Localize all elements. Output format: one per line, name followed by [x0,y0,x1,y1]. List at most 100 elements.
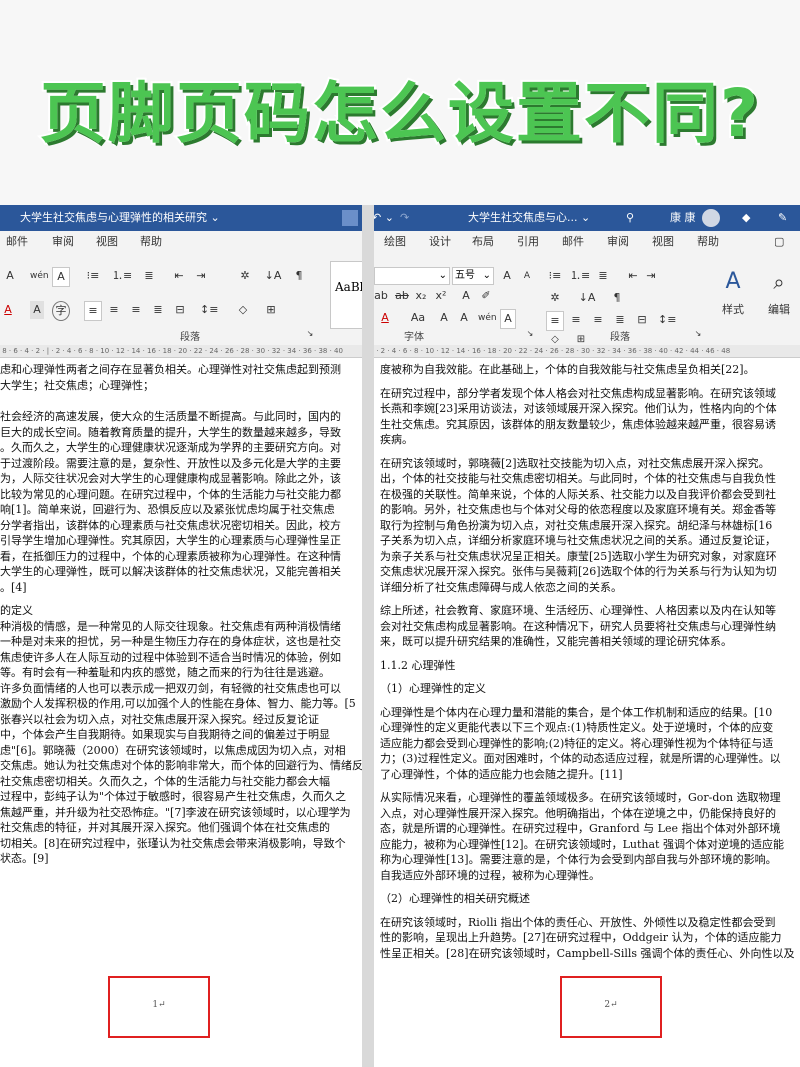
left-footer-highlight: 1↵ [108,976,210,1038]
tab-help[interactable]: 帮助 [140,231,162,253]
align-right-icon[interactable]: ≡ [590,311,606,329]
char-shading-icon[interactable]: A [30,301,44,319]
chinese-layout-icon[interactable]: ✲ [236,267,254,285]
paragraph-launcher-icon[interactable]: ↘ [694,325,702,343]
tab-view[interactable]: 视图 [96,231,118,253]
sort-icon[interactable]: ↓A [264,267,282,285]
font-color-icon[interactable]: A [2,301,14,319]
font-shrink2-icon[interactable]: A [458,309,470,327]
superscript-icon[interactable]: x² [434,287,448,305]
char-border-icon[interactable]: A [52,267,70,287]
bullets-icon[interactable]: ⁝≡ [84,267,102,285]
right-line: 在研究过程中，部分学者发现个体人格会对社交焦虑构成显著影响。在研究该领域 [380,386,776,400]
left-document-page[interactable]: 虑和心理弹性两者之间存在显著负相关。心理弹性对社交焦虑起到预测 大学生；社交焦虑；… [0,358,362,1067]
subscript2-icon[interactable]: x₂ [414,287,428,305]
tab-layout[interactable]: 布局 [472,231,494,253]
align-left-icon[interactable]: ≡ [84,301,102,321]
right-line: 综上所述，社会教育、家庭环境、生活经历、心理弹性、人格因素以及内在认知等 [380,604,776,617]
decrease-indent-icon[interactable]: ⇤ [626,267,640,285]
increase-indent-icon[interactable]: ⇥ [644,267,658,285]
justify-icon[interactable]: ≣ [150,301,166,319]
editing-icon[interactable]: ⌕ [764,267,794,297]
multilevel-list-icon[interactable]: ≣ [594,267,612,285]
editing-button-label[interactable]: 编辑 [764,301,794,319]
right-page-number[interactable]: 2↵ [562,1000,660,1010]
numbering-icon[interactable]: ⒈≡ [570,267,590,285]
phonetic-guide-icon[interactable]: wén [478,309,497,327]
phonetic-guide-icon[interactable]: wén [30,267,49,285]
left-page-number[interactable]: 1↵ [110,1000,208,1010]
text-effects-icon[interactable]: A [458,287,474,305]
styles-button-label[interactable]: 样式 [718,301,748,319]
font-grow-icon[interactable]: A [4,267,16,285]
show-marks-icon[interactable]: ¶ [292,267,306,285]
highlight-icon[interactable]: ✐ [478,287,494,305]
right-document-page[interactable]: 度被称为自我效能。在此基础上，个体的自我效能与社交焦虑呈负相关[22]。 在研究… [374,358,800,1067]
paragraph-launcher-icon[interactable]: ↘ [306,325,314,343]
align-center-icon[interactable]: ≡ [106,301,122,319]
left-line: 焦虑使许多人在人际互动的过程中体验到不适合当时情况的体验，例如 [0,650,341,664]
bullets-icon[interactable]: ⁝≡ [546,267,564,285]
left-ruler[interactable]: 8 · 6 · 4 · 2 · | · 2 · 4 · 6 · 8 · 10 ·… [0,345,362,358]
styles-icon[interactable]: A [718,267,748,297]
change-case-icon[interactable]: Aa [408,309,428,327]
right-line: 为亲子关系与社交焦虑状况呈正相关。康莹[25]选取小学生为研究对象，对家庭环 [380,549,777,563]
comment-icon[interactable]: ▢ [774,231,784,253]
tab-view[interactable]: 视图 [652,231,674,253]
font-grow-icon[interactable]: A [500,267,514,285]
left-doc-title[interactable]: 大学生社交焦虑与心理弹性的相关研究 ⌄ [20,205,220,231]
avatar[interactable] [702,209,720,227]
tab-help[interactable]: 帮助 [697,231,719,253]
char-border-icon[interactable]: A [500,309,516,329]
align-left-icon[interactable]: ≡ [546,311,564,331]
right-line: 心理弹性的定义更能代表以下三个观点:(1)特质性定义。处于逆境时，个体的应变 [380,721,774,734]
left-line: 焦越严重，并升级为社交恐怖症。"[7]李波在研究该领域时，以心理学为 [0,805,351,819]
styles-gallery[interactable]: AaBl [330,261,362,329]
tab-design[interactable]: 设计 [429,231,451,253]
left-window-button[interactable] [342,210,358,226]
user-name[interactable]: 康 康 [670,205,696,231]
distributed-icon[interactable]: ⊟ [634,311,650,329]
left-line: 巨大的成长空间。随着教育质量的提升，大学生的数量越来越多，导致 [0,425,341,439]
align-right-icon[interactable]: ≡ [128,301,144,319]
show-marks-icon[interactable]: ¶ [610,289,624,307]
tab-references[interactable]: 引用 [517,231,539,253]
font-shrink-icon[interactable]: A [520,267,534,285]
numbering-icon[interactable]: ⒈≡ [112,267,132,285]
align-center-icon[interactable]: ≡ [568,311,584,329]
right-line: 在研究该领域时，Riolli 指出个体的责任心、开放性、外倾性以及稳定性都会受到 [380,915,776,929]
right-ruler[interactable]: · 2 · 4 · 6 · 8 · 10 · 12 · 14 · 16 · 18… [374,345,800,358]
shading-icon[interactable]: ◇ [234,301,252,319]
distributed-icon[interactable]: ⊟ [172,301,188,319]
enclose-char-icon[interactable]: 字 [52,301,70,321]
tab-mail[interactable]: 邮件 [6,231,28,253]
font-grow2-icon[interactable]: A [438,309,450,327]
font-color-icon[interactable]: A [378,309,392,327]
chinese-layout-icon[interactable]: ✲ [546,289,564,307]
decrease-indent-icon[interactable]: ⇤ [172,267,186,285]
undo-icon[interactable]: ↶ ⌄ [374,205,394,231]
pen-icon[interactable]: ✎ [778,205,787,231]
diamond-icon[interactable]: ◆ [742,205,750,231]
line-spacing-icon[interactable]: ↕≡ [658,311,676,329]
redo-icon[interactable]: ↷ [400,205,409,231]
tab-mail[interactable]: 邮件 [562,231,584,253]
borders-icon[interactable]: ⊞ [262,301,280,319]
increase-indent-icon[interactable]: ⇥ [194,267,208,285]
justify-icon[interactable]: ≣ [612,311,628,329]
style-preview: AaBl [335,280,362,294]
font-name-box[interactable]: ⌄ [374,267,450,285]
tab-review[interactable]: 审阅 [52,231,74,253]
tab-draw[interactable]: 绘图 [384,231,406,253]
sort-icon[interactable]: ↓A [578,289,596,307]
right-line: 自我适应外部环境的过程，被称为心理弹性。 [380,868,600,882]
strikethrough-icon[interactable]: ab [394,287,410,305]
line-spacing-icon[interactable]: ↕≡ [200,301,218,319]
tab-review[interactable]: 审阅 [607,231,629,253]
subscript-icon[interactable]: ab [374,287,388,305]
font-launcher-icon[interactable]: ↘ [526,325,534,343]
right-doc-title[interactable]: 大学生社交焦虑与心... ⌄ [468,205,590,231]
multilevel-list-icon[interactable]: ≣ [140,267,158,285]
font-size-box[interactable]: 五号 ⌄ [452,267,494,285]
search-icon[interactable]: ⚲ [626,205,634,231]
